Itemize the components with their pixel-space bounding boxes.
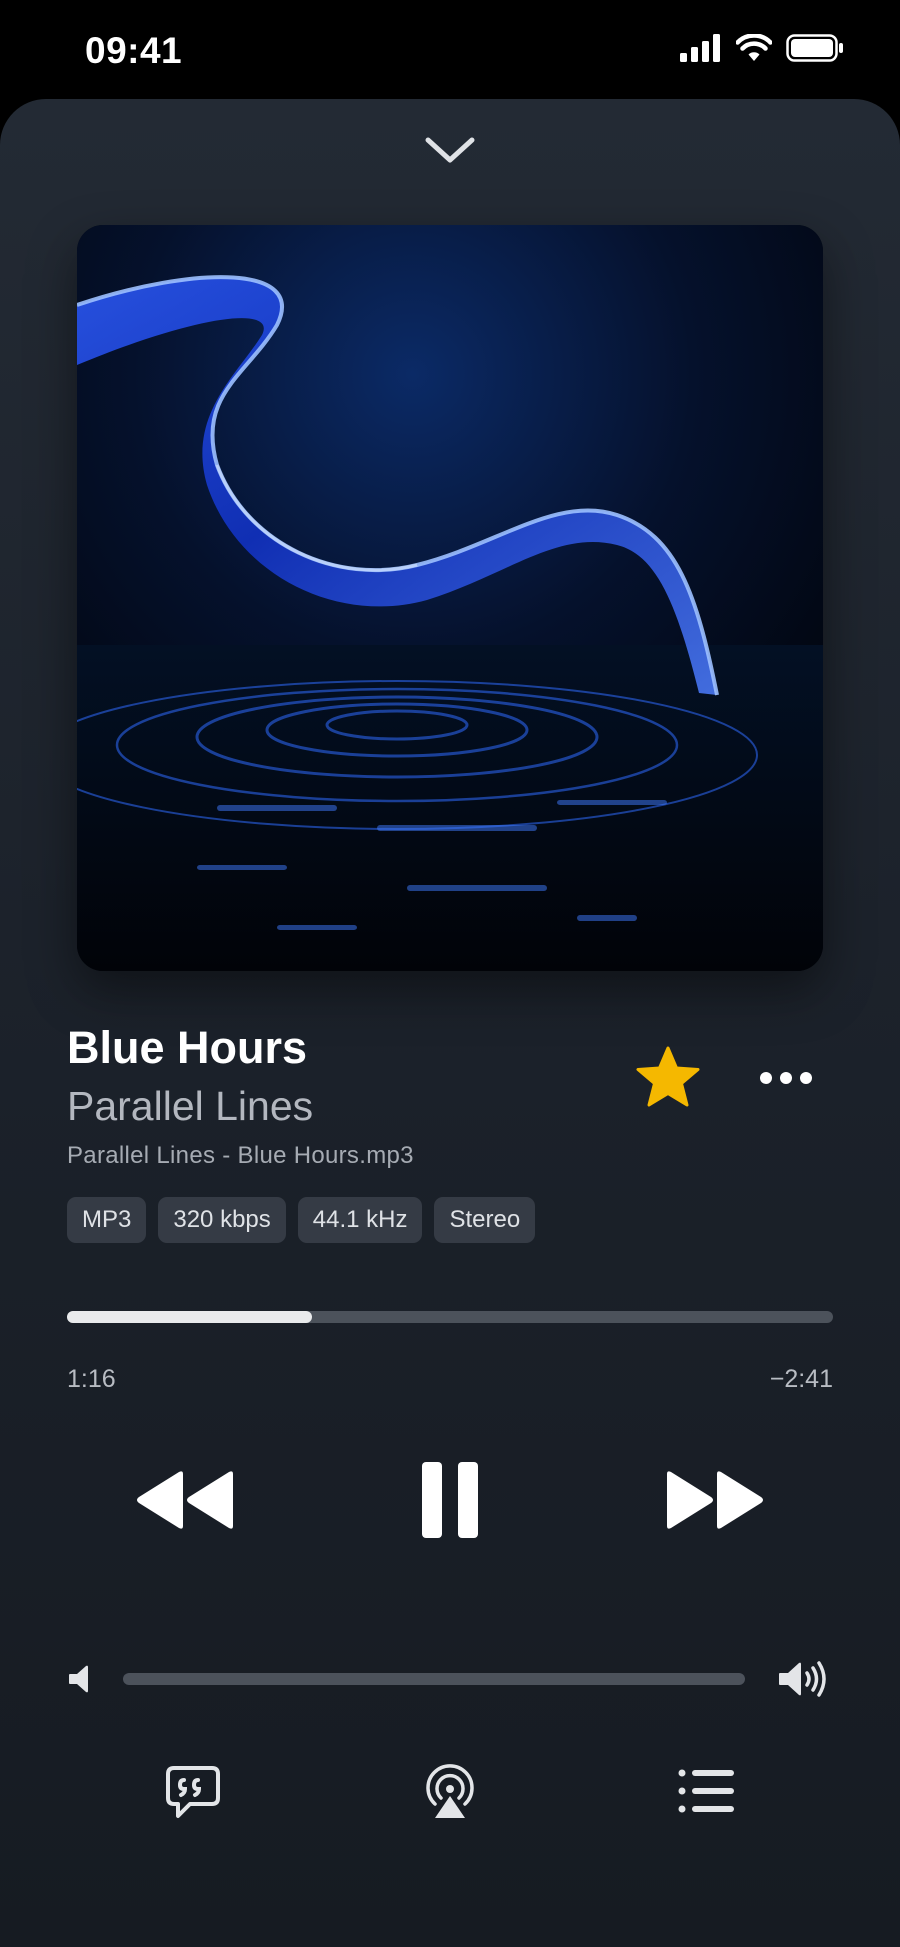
format-badge: MP3 [67,1197,147,1243]
remaining-time: −2:41 [769,1365,833,1393]
elapsed-time: 1:16 [67,1365,116,1393]
star-icon[interactable] [635,1045,701,1111]
audio-format-tags: MP3 320 kbps 44.1 kHz Stereo [67,1197,536,1243]
wifi-icon [736,34,772,61]
song-title: Blue Hours [67,1022,308,1073]
status-time: 09:41 [85,30,183,71]
sample-rate-badge: 44.1 kHz [297,1197,423,1243]
bitrate-badge: 320 kbps [158,1197,286,1243]
file-name: Parallel Lines - Blue Hours.mp3 [67,1142,414,1169]
fast-forward-icon[interactable] [663,1468,767,1532]
channels-badge: Stereo [434,1197,536,1243]
album-artwork-image [77,225,823,971]
status-icons [680,34,844,62]
cellular-signal-icon [680,34,720,62]
volume-high-icon[interactable] [778,1659,830,1699]
volume-low-icon[interactable] [68,1664,94,1694]
chevron-down-icon[interactable] [420,132,480,168]
progress-slider[interactable] [67,1311,833,1323]
more-icon[interactable] [758,1060,814,1096]
progress-fill [67,1311,313,1323]
battery-icon [786,34,843,62]
rewind-icon[interactable] [133,1468,237,1532]
volume-slider[interactable] [123,1673,745,1685]
album-artwork [77,225,823,971]
artist-name[interactable]: Parallel Lines [67,1083,313,1130]
status-bar: 09:41 [0,0,900,100]
pause-icon[interactable] [418,1460,482,1540]
airplay-icon[interactable] [423,1764,477,1820]
lyrics-icon[interactable] [164,1764,222,1820]
queue-icon[interactable] [678,1767,735,1815]
